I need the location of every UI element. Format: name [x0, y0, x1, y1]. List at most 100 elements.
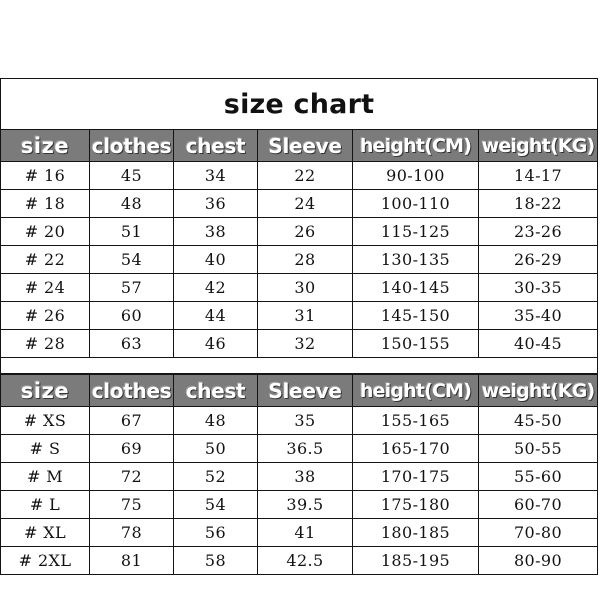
cell-clothes: 75: [89, 490, 174, 519]
table-row: # XL 78 56 41 180-185 70-80: [0, 518, 598, 547]
cell-sleeve: 36.5: [257, 434, 353, 463]
size-chart-sheet: size chart size clothes chest Sleeve hei…: [0, 0, 600, 600]
cell-height: 130-135: [352, 245, 479, 274]
cell-size: # XS: [0, 406, 90, 435]
cell-chest: 40: [173, 245, 258, 274]
cell-weight: 40-45: [477, 329, 599, 358]
column-header-weight: weight(KG): [477, 129, 599, 162]
cell-chest: 54: [173, 490, 258, 519]
cell-clothes: 78: [89, 518, 174, 547]
cell-sleeve: 28: [257, 245, 353, 274]
column-header-sleeve: Sleeve: [257, 374, 353, 407]
cell-sleeve: 35: [257, 406, 353, 435]
column-header-clothes: clothes: [89, 374, 174, 407]
cell-height: 155-165: [352, 406, 479, 435]
youth-size-table: size chart size clothes chest Sleeve hei…: [0, 78, 599, 374]
youth-table-header-row: size clothes chest Sleeve height(CM) wei…: [0, 129, 599, 162]
cell-chest: 56: [173, 518, 258, 547]
cell-clothes: 63: [89, 329, 174, 358]
cell-chest: 48: [173, 406, 258, 435]
cell-size: # 28: [0, 329, 90, 358]
cell-weight: 50-55: [478, 434, 598, 463]
cell-sleeve: 30: [257, 273, 353, 302]
table-row: # 16 45 34 22 90-100 14-17: [0, 161, 599, 190]
table-row: # L 75 54 39.5 175-180 60-70: [0, 490, 598, 519]
cell-clothes: 54: [89, 245, 174, 274]
size-chart-container: size chart size clothes chest Sleeve hei…: [0, 78, 599, 575]
table-row: # S 69 50 36.5 165-170 50-55: [0, 434, 598, 463]
cell-height: 170-175: [352, 462, 479, 491]
cell-height: 180-185: [352, 518, 479, 547]
cell-sleeve: 31: [257, 301, 353, 330]
cell-chest: 50: [173, 434, 258, 463]
cell-height: 145-150: [352, 301, 479, 330]
cell-size: # 20: [0, 217, 90, 246]
table-row: # 22 54 40 28 130-135 26-29: [0, 245, 599, 274]
cell-sleeve: 42.5: [257, 546, 353, 575]
cell-sleeve: 39.5: [257, 490, 353, 519]
cell-chest: 52: [173, 462, 258, 491]
cell-clothes: 60: [89, 301, 174, 330]
cell-clothes: 57: [89, 273, 174, 302]
column-header-height: height(CM): [352, 129, 479, 162]
cell-sleeve: 41: [257, 518, 353, 547]
column-header-sleeve: Sleeve: [257, 129, 353, 162]
column-header-chest: chest: [173, 129, 258, 162]
table-row: # XS 67 48 35 155-165 45-50: [0, 406, 598, 435]
cell-size: # 2XL: [0, 546, 90, 575]
cell-clothes: 81: [89, 546, 174, 575]
cell-weight: 60-70: [478, 490, 598, 519]
cell-chest: 38: [173, 217, 258, 246]
cell-sleeve: 32: [257, 329, 353, 358]
cell-height: 100-110: [352, 189, 479, 218]
table-separator: [0, 357, 599, 374]
cell-weight: 14-17: [477, 161, 599, 190]
cell-weight: 23-26: [477, 217, 599, 246]
table-row: # M 72 52 38 170-175 55-60: [0, 462, 598, 491]
cell-weight: 35-40: [477, 301, 599, 330]
cell-height: 115-125: [352, 217, 479, 246]
cell-weight: 30-35: [477, 273, 599, 302]
column-header-size: size: [0, 129, 90, 162]
cell-clothes: 51: [89, 217, 174, 246]
cell-size: # 22: [0, 245, 90, 274]
table-row: # 28 63 46 32 150-155 40-45: [0, 329, 599, 358]
cell-sleeve: 22: [257, 161, 353, 190]
table-row: # 26 60 44 31 145-150 35-40: [0, 301, 599, 330]
cell-size: # L: [0, 490, 90, 519]
column-header-height: height(CM): [352, 374, 479, 407]
cell-weight: 18-22: [477, 189, 599, 218]
column-header-clothes: clothes: [89, 129, 174, 162]
cell-clothes: 72: [89, 462, 174, 491]
cell-clothes: 69: [89, 434, 174, 463]
table-row: # 24 57 42 30 140-145 30-35: [0, 273, 599, 302]
cell-height: 175-180: [352, 490, 479, 519]
cell-sleeve: 38: [257, 462, 353, 491]
column-header-chest: chest: [173, 374, 258, 407]
cell-height: 150-155: [352, 329, 479, 358]
table-row: # 2XL 81 58 42.5 185-195 80-90: [0, 546, 598, 575]
cell-weight: 55-60: [478, 462, 598, 491]
cell-weight: 80-90: [478, 546, 598, 575]
cell-chest: 58: [173, 546, 258, 575]
cell-weight: 45-50: [478, 406, 598, 435]
cell-size: # 26: [0, 301, 90, 330]
column-header-size: size: [0, 374, 90, 407]
table-row: # 20 51 38 26 115-125 23-26: [0, 217, 599, 246]
cell-size: # 24: [0, 273, 90, 302]
cell-chest: 42: [173, 273, 258, 302]
cell-height: 140-145: [352, 273, 479, 302]
cell-size: # S: [0, 434, 90, 463]
cell-size: # 18: [0, 189, 90, 218]
adult-table-header-row: size clothes chest Sleeve height(CM) wei…: [0, 374, 598, 407]
cell-weight: 26-29: [477, 245, 599, 274]
adult-size-table: size clothes chest Sleeve height(CM) wei…: [0, 374, 598, 575]
cell-height: 90-100: [352, 161, 479, 190]
cell-height: 185-195: [352, 546, 479, 575]
separator-cell: [0, 357, 599, 374]
cell-sleeve: 26: [257, 217, 353, 246]
cell-size: # M: [0, 462, 90, 491]
cell-clothes: 67: [89, 406, 174, 435]
cell-weight: 70-80: [478, 518, 598, 547]
title-row: size chart: [0, 78, 599, 130]
